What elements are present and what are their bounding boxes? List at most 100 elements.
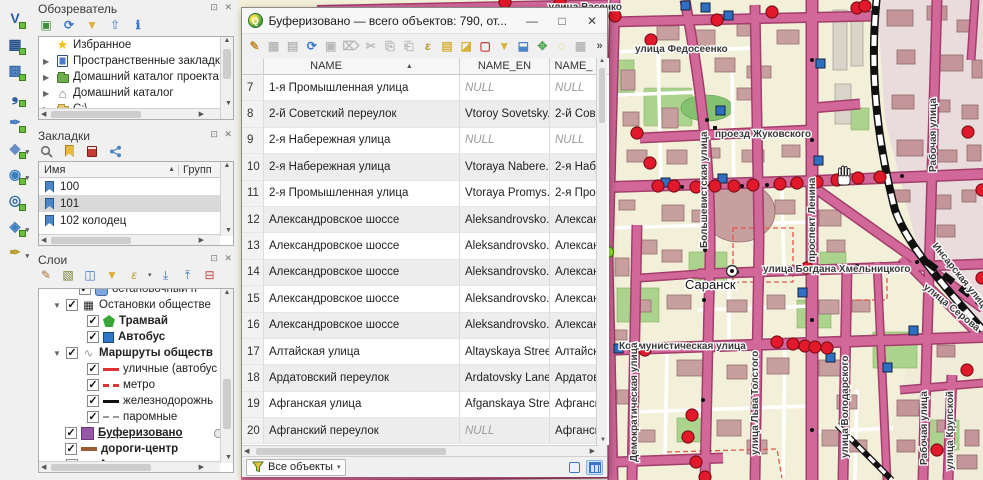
browser-hscrollbar[interactable]: ◀▶ bbox=[39, 108, 220, 119]
layer-styling-icon[interactable]: ✎ bbox=[38, 267, 54, 283]
float-panel-icon[interactable]: ⊡ bbox=[210, 129, 220, 139]
filter-browser-icon[interactable]: ▼ bbox=[84, 17, 100, 33]
add-spatialite-layer-button[interactable]: ✒ bbox=[3, 110, 27, 134]
layers-vscrollbar[interactable]: ▲▼ bbox=[220, 289, 233, 463]
checkbox[interactable]: ✓ bbox=[87, 331, 99, 343]
add-vector-layer-button[interactable]: V bbox=[3, 6, 27, 30]
add-feature-icon[interactable]: ▣ bbox=[323, 38, 338, 55]
invert-selection-icon[interactable]: ◪ bbox=[459, 38, 474, 55]
table-row[interactable]: 71-я Промышленная улицаNULLNULL bbox=[242, 75, 609, 101]
expand-arrow-icon[interactable]: ▶ bbox=[43, 57, 52, 66]
checkbox[interactable]: ✓ bbox=[87, 315, 99, 327]
close-panel-icon[interactable]: ✕ bbox=[224, 129, 234, 139]
paste-features-icon[interactable]: ⎗ bbox=[401, 38, 416, 55]
table-row[interactable]: 15Александровское шоссеAleksandrovsko...… bbox=[242, 286, 609, 312]
new-annotation-button[interactable]: ✒▾ bbox=[3, 240, 27, 264]
filter-legend-icon[interactable]: ▼ bbox=[104, 267, 120, 283]
table-row[interactable]: 82-й Советский переулокVtoroy Sovetsky..… bbox=[242, 101, 609, 127]
add-wms-layer-button[interactable]: ◉▾ bbox=[3, 162, 27, 186]
table-row[interactable]: 102-я Набережная улицаVtoraya Nabere...2… bbox=[242, 154, 609, 180]
close-panel-icon[interactable]: ✕ bbox=[224, 253, 234, 263]
form-view-button[interactable] bbox=[566, 460, 583, 475]
float-panel-icon[interactable]: ⊡ bbox=[210, 2, 220, 12]
table-row[interactable]: 13Александровское шоссеAleksandrovsko...… bbox=[242, 233, 609, 259]
add-bookmark-icon[interactable] bbox=[61, 143, 77, 159]
map-themes-icon[interactable]: ◫ bbox=[82, 267, 98, 283]
expand-all-icon[interactable]: ⤓ bbox=[158, 267, 174, 283]
add-raster-layer-button[interactable]: ▦ bbox=[3, 32, 27, 56]
column-header-name-x[interactable]: NAME_ bbox=[550, 58, 598, 74]
delete-bookmark-icon[interactable] bbox=[84, 143, 100, 159]
table-row[interactable]: 19Афганская улицаAfganskaya Stre...Афган… bbox=[242, 392, 609, 418]
collapse-arrow-icon[interactable]: ▼ bbox=[53, 349, 62, 358]
layer-group-routes[interactable]: ▼ ✓ ∿ Маршруты обществ bbox=[39, 345, 233, 361]
add-postgis-layer-button[interactable]: ◆▾ bbox=[3, 136, 27, 160]
expand-arrow-icon[interactable]: ▶ bbox=[43, 89, 52, 98]
pan-to-selection-icon[interactable]: ✥ bbox=[535, 38, 550, 55]
expand-arrow-icon[interactable]: ▶ bbox=[43, 73, 52, 82]
bookmark-row[interactable]: 102 колодец bbox=[39, 212, 233, 229]
checkbox[interactable]: ✓ bbox=[79, 288, 91, 295]
select-by-expression-icon[interactable]: ε bbox=[420, 38, 435, 55]
save-edits-icon[interactable]: ▤ bbox=[285, 38, 300, 55]
table-row[interactable]: 16Александровское шоссеAleksandrovsko...… bbox=[242, 313, 609, 339]
layer-item-street-routes[interactable]: ✓ уличные (автобус bbox=[39, 361, 233, 377]
maximize-button[interactable]: □ bbox=[547, 9, 577, 33]
bookmark-row[interactable]: 100 bbox=[39, 178, 233, 195]
cut-features-icon[interactable]: ✂ bbox=[363, 38, 378, 55]
browser-item-favorites[interactable]: ★ Избранное bbox=[39, 37, 233, 53]
select-by-form-icon[interactable]: ▼ bbox=[497, 38, 512, 55]
browser-item-project-home[interactable]: ▶ Домашний каталог проекта bbox=[39, 69, 233, 85]
toolbar-overflow-icon[interactable]: » bbox=[592, 38, 607, 55]
layer-item-ferry[interactable]: ✓ паромные bbox=[39, 409, 233, 425]
close-panel-icon[interactable]: ✕ bbox=[224, 2, 234, 12]
bookmarks-column-name[interactable]: Имя ▲ bbox=[39, 164, 179, 176]
browser-item-home[interactable]: ▶ ⌂ Домашний каталог bbox=[39, 85, 233, 101]
collapse-all-icon[interactable]: ⇧ bbox=[107, 17, 123, 33]
zoom-to-selection-icon[interactable]: ◌ bbox=[554, 38, 569, 55]
table-row[interactable]: 14Александровское шоссеAleksandrovsko...… bbox=[242, 260, 609, 286]
reload-table-icon[interactable]: ⟳ bbox=[304, 38, 319, 55]
table-row[interactable]: 112-я Промышленная улицаVtoraya Promys..… bbox=[242, 181, 609, 207]
new-field-icon[interactable]: ▦ bbox=[573, 38, 588, 55]
bookmarks-hscrollbar[interactable]: ◀▶ bbox=[39, 234, 220, 245]
move-selection-top-icon[interactable]: ⬓ bbox=[516, 38, 531, 55]
remove-layer-icon[interactable]: ⊟ bbox=[202, 267, 218, 283]
layer-item-buffered[interactable]: ✓ Буферизовано bbox=[39, 425, 233, 441]
checkbox[interactable]: ✓ bbox=[87, 395, 99, 407]
checkbox[interactable]: ✓ bbox=[65, 443, 77, 455]
add-group-icon[interactable]: ▧ bbox=[60, 267, 76, 283]
layer-item-roads-center[interactable]: ✓ дороги-центр bbox=[39, 441, 233, 457]
collapse-all-icon[interactable]: ⤒ bbox=[180, 267, 196, 283]
table-view-button[interactable] bbox=[586, 460, 603, 475]
table-row[interactable]: 92-я Набережная улицаNULLNULL bbox=[242, 128, 609, 154]
chevron-down-icon[interactable]: ▾ bbox=[148, 271, 152, 279]
column-header-name[interactable]: NAME ▲ bbox=[264, 58, 460, 74]
table-row[interactable]: 17Алтайская улицаAltayskaya StreetАлтайс… bbox=[242, 339, 609, 365]
layer-item-tram[interactable]: ✓ Трамвай ▽ bbox=[39, 313, 233, 329]
delete-feature-icon[interactable]: ⌦ bbox=[342, 38, 359, 55]
multi-edit-icon[interactable]: ▦ bbox=[266, 38, 281, 55]
zoom-to-bookmark-icon[interactable] bbox=[38, 143, 54, 159]
refresh-icon[interactable]: ⟳ bbox=[61, 17, 77, 33]
layer-item-bus[interactable]: ✓ Автобус ▽ bbox=[39, 329, 233, 345]
browser-vscrollbar[interactable]: ▲▼ bbox=[220, 37, 233, 119]
table-row[interactable]: 20Афганский переулокNULLАфганск bbox=[242, 418, 609, 444]
table-hscrollbar[interactable]: ◀▶ bbox=[242, 445, 598, 456]
checkbox[interactable]: ✓ bbox=[87, 363, 99, 375]
close-button[interactable]: ✕ bbox=[577, 9, 607, 33]
layer-item-stop-point[interactable]: ✓ остановочный п bbox=[39, 288, 233, 297]
checkbox[interactable]: ✓ bbox=[87, 379, 99, 391]
add-selected-layers-icon[interactable]: ▣ bbox=[38, 17, 54, 33]
checkbox[interactable]: ✓ bbox=[66, 347, 78, 359]
feature-filter-button[interactable]: Все объекты ▾ bbox=[246, 459, 346, 476]
checkbox[interactable]: ✓ bbox=[87, 411, 99, 423]
column-header-name-en[interactable]: NAME_EN bbox=[460, 58, 550, 74]
float-panel-icon[interactable]: ⊡ bbox=[210, 253, 220, 263]
select-all-icon[interactable]: ▤ bbox=[440, 38, 455, 55]
checkbox[interactable]: ✓ bbox=[66, 299, 78, 311]
copy-features-icon[interactable]: ⎘ bbox=[382, 38, 397, 55]
collapse-arrow-icon[interactable]: ▼ bbox=[53, 301, 62, 310]
minimize-button[interactable]: — bbox=[517, 9, 547, 33]
bookmarks-vscrollbar[interactable]: ▲▼ bbox=[220, 162, 233, 236]
